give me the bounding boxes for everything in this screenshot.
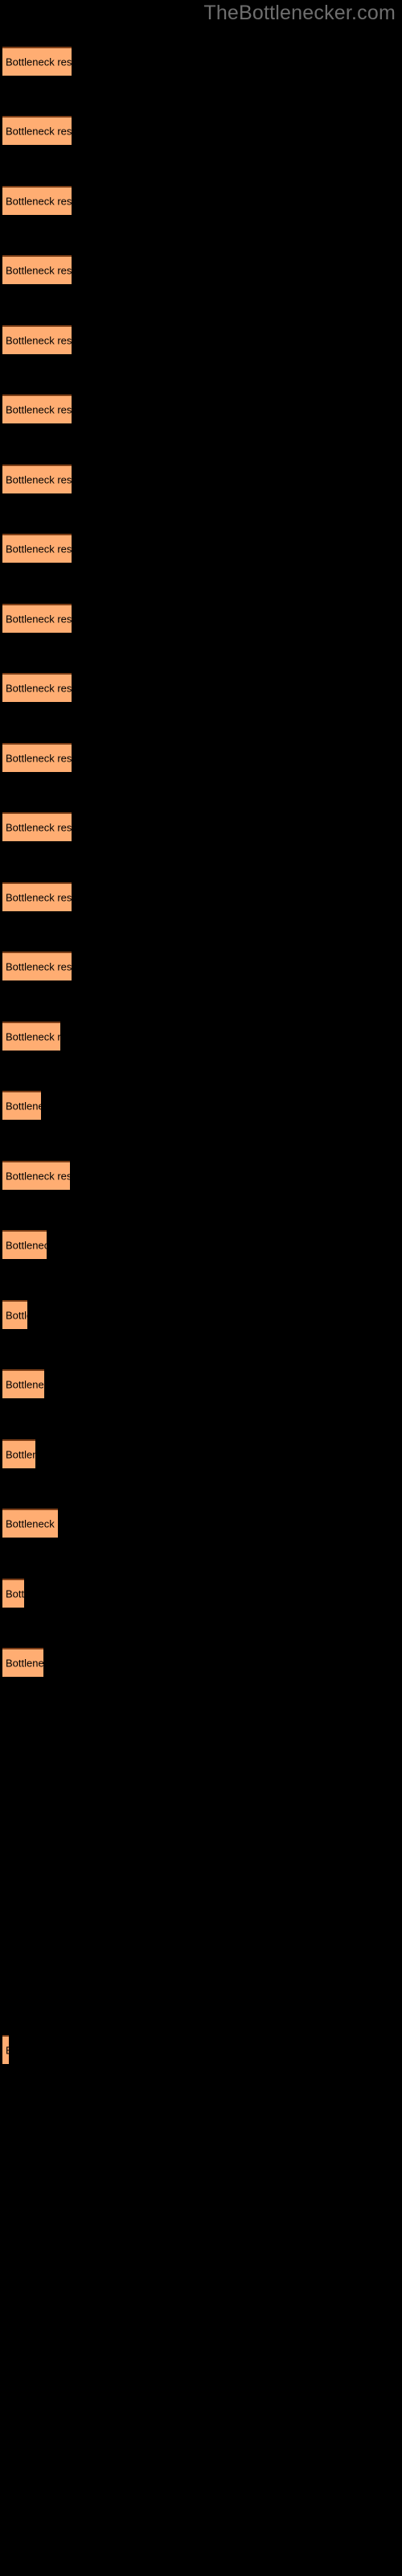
bottleneck-result-bar[interactable]: Bottleneck result — [2, 186, 72, 215]
bar-label: Bottleneck result — [6, 334, 72, 347]
bottleneck-result-bar[interactable]: Bottleneck result — [2, 1161, 70, 1190]
bottleneck-result-bar[interactable]: Bottleneck result — [2, 534, 72, 563]
bottleneck-result-bar[interactable]: Bottleneck result — [2, 1579, 24, 1608]
bar-row: Bottleneck result — [0, 1369, 402, 1400]
bar-row: Bottleneck result — [0, 1648, 402, 1678]
bar-label: Bottleneck result — [6, 1587, 24, 1600]
bar-row: Bottleneck result — [0, 47, 402, 77]
bar-row: Bottleneck result — [0, 2035, 402, 2066]
bottleneck-result-bar[interactable]: Bottleneck result — [2, 1439, 35, 1468]
bar-label: Bottleneck result — [6, 1378, 44, 1391]
bar-label: Bottleneck result — [6, 473, 72, 486]
bar-row: Bottleneck result — [0, 1230, 402, 1261]
bottleneck-result-bar[interactable]: Bottleneck result — [2, 1230, 47, 1259]
bar-row: Bottleneck result — [0, 1509, 402, 1539]
bar-label: Bottleneck result — [6, 1170, 70, 1183]
bar-row: Bottleneck result — [0, 186, 402, 217]
bottleneck-result-bar[interactable]: Bottleneck result — [2, 743, 72, 772]
bar-row: Bottleneck result — [0, 812, 402, 843]
bottleneck-result-bar[interactable]: Bottleneck result — [2, 464, 72, 493]
bar-row: Bottleneck result — [0, 464, 402, 495]
bar-row: Bottleneck result — [0, 673, 402, 704]
bar-label: Bottleneck result — [6, 264, 72, 277]
bottleneck-result-bar[interactable]: Bottleneck result — [2, 882, 72, 911]
bottleneck-result-bar[interactable]: Bottleneck result — [2, 952, 72, 980]
bar-row: Bottleneck result — [0, 1091, 402, 1121]
bar-label: Bottleneck result — [6, 2045, 9, 2057]
bar-row: Bottleneck result — [0, 325, 402, 356]
bar-row: Bottleneck result — [0, 255, 402, 286]
bar-label: Bottleneck result — [6, 1517, 58, 1530]
bar-row: Bottleneck result — [0, 1300, 402, 1331]
bottleneck-result-bar[interactable]: Bottleneck result — [2, 1300, 27, 1329]
bottleneck-result-bar[interactable]: Bottleneck result — [2, 1022, 60, 1051]
bar-row: Bottleneck result — [0, 743, 402, 774]
bar-row: Bottleneck result — [0, 394, 402, 425]
bar-label: Bottleneck result — [6, 1448, 35, 1461]
bar-row: Bottleneck result — [0, 1022, 402, 1052]
bottleneck-result-bar[interactable]: Bottleneck result — [2, 394, 72, 423]
bar-label: Bottleneck result — [6, 543, 72, 555]
bar-label: Bottleneck result — [6, 125, 72, 138]
bar-label: Bottleneck result — [6, 682, 72, 695]
bar-label: Bottleneck result — [6, 1030, 60, 1043]
bottleneck-result-bar[interactable]: Bottleneck result — [2, 1091, 41, 1120]
bar-row: Bottleneck result — [0, 604, 402, 634]
bottleneck-result-bar[interactable]: Bottleneck result — [2, 673, 72, 702]
bar-row: Bottleneck result — [0, 1579, 402, 1609]
bottleneck-result-bar[interactable]: Bottleneck result — [2, 47, 72, 76]
bottleneck-result-bar[interactable]: Bottleneck result — [2, 1509, 58, 1538]
bottleneck-result-bar[interactable]: Bottleneck result — [2, 2035, 9, 2064]
bar-row: Bottleneck result — [0, 952, 402, 982]
bottleneck-result-bar[interactable]: Bottleneck result — [2, 116, 72, 145]
bar-series: Bottleneck result Bottleneck result Bottle… — [0, 0, 402, 2576]
bar-label: Bottleneck result — [6, 1309, 27, 1322]
bar-label: Bottleneck result — [6, 1657, 43, 1670]
bar-row: Bottleneck result — [0, 116, 402, 147]
bar-label: Bottleneck result — [6, 960, 72, 973]
bottleneck-result-bar[interactable]: Bottleneck result — [2, 1369, 44, 1398]
bar-label: Bottleneck result — [6, 821, 72, 834]
bar-label: Bottleneck result — [6, 195, 72, 208]
bar-label: Bottleneck result — [6, 613, 72, 625]
bottleneck-chart: TheBottlenecker.com Bottleneck resultBot… — [0, 0, 402, 2576]
bottleneck-result-bar[interactable]: Bottleneck result — [2, 812, 72, 841]
bar-row: Bottleneck result — [0, 1439, 402, 1470]
bottleneck-result-bar[interactable]: Bottleneck result — [2, 255, 72, 284]
bottleneck-result-bar[interactable]: Bottleneck result — [2, 325, 72, 354]
bar-label: Bottleneck result — [6, 1100, 41, 1113]
bar-label: Bottleneck result — [6, 56, 72, 68]
bar-row: Bottleneck result — [0, 1161, 402, 1191]
bar-label: Bottleneck result — [6, 752, 72, 765]
bottleneck-result-bar[interactable]: Bottleneck result — [2, 604, 72, 633]
bottleneck-result-bar[interactable]: Bottleneck result — [2, 1648, 43, 1677]
bar-row: Bottleneck result — [0, 534, 402, 564]
bar-label: Bottleneck result — [6, 1239, 47, 1252]
bar-label: Bottleneck result — [6, 403, 72, 416]
bar-row: Bottleneck result — [0, 882, 402, 913]
bar-label: Bottleneck result — [6, 891, 72, 904]
